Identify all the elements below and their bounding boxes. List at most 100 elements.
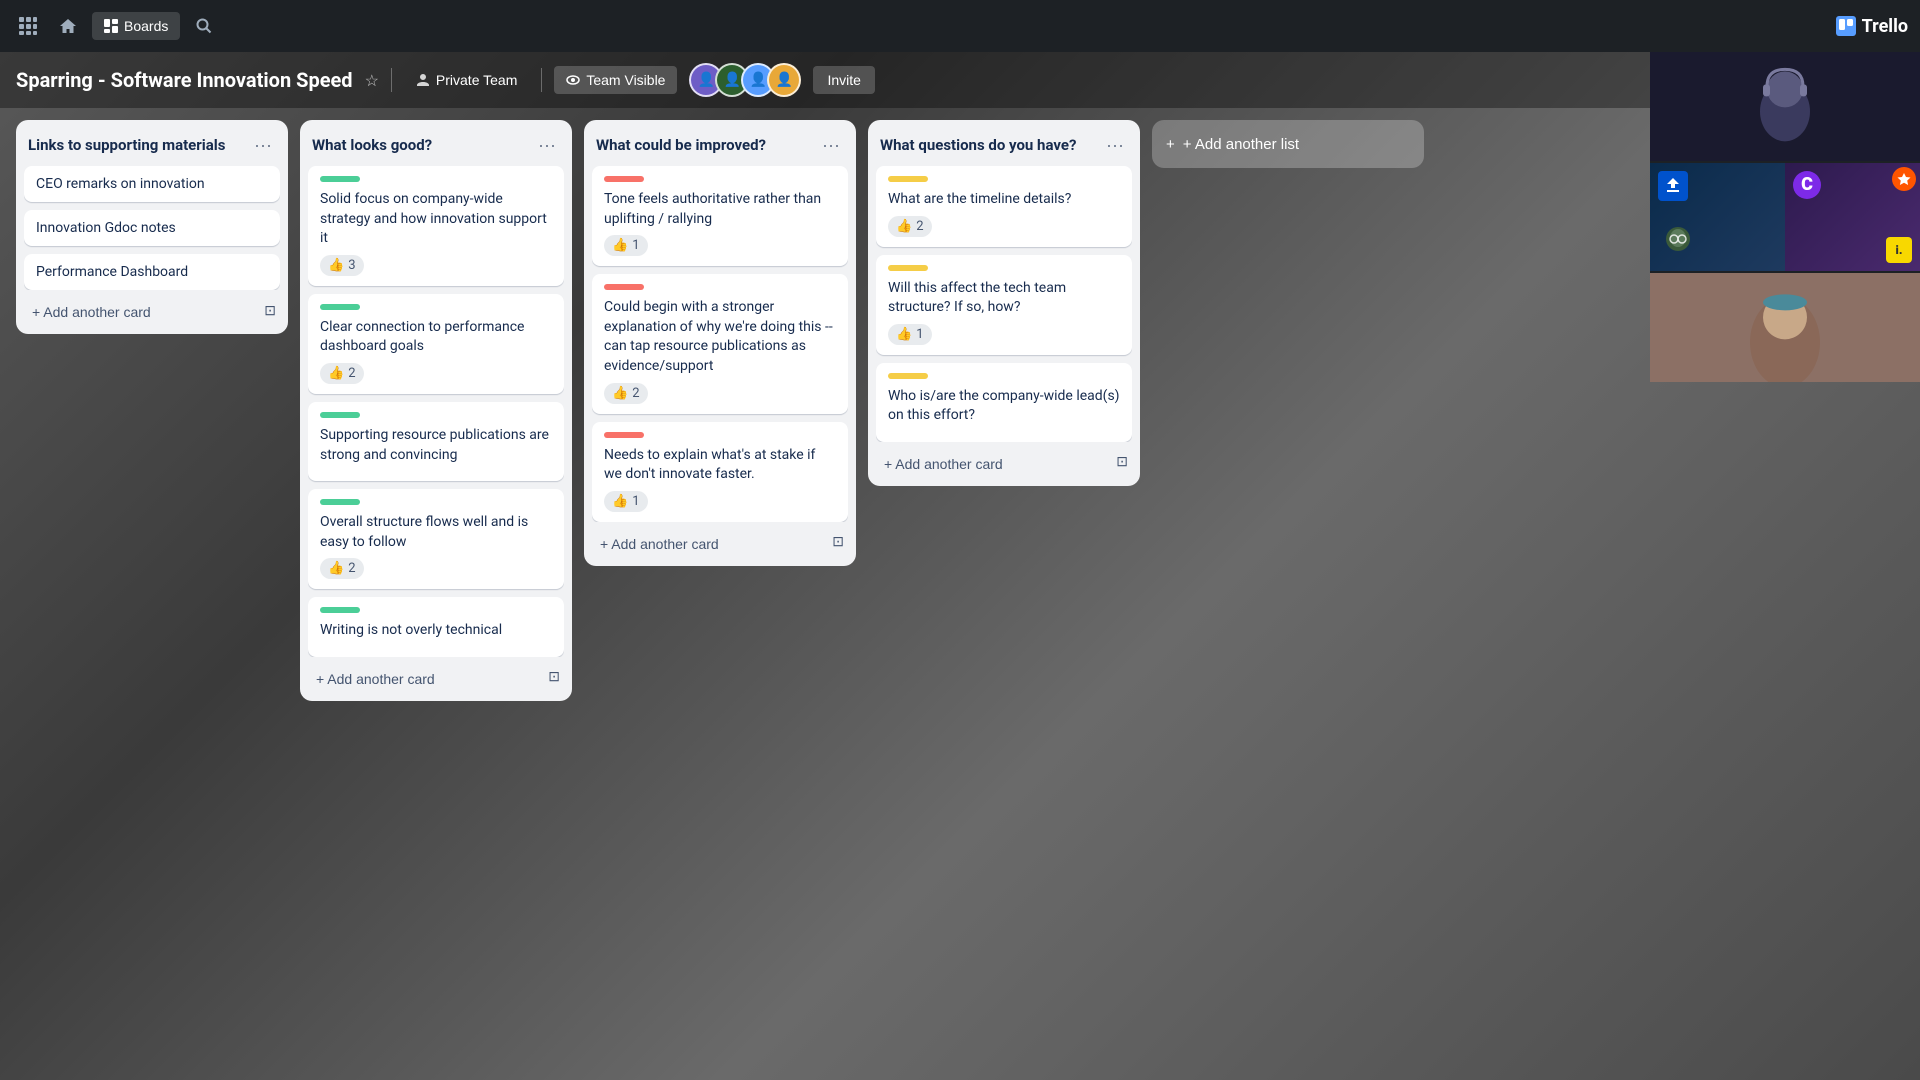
vote-count-timeline: 2 bbox=[916, 219, 923, 234]
card-leads[interactable]: Who is/are the company-wide lead(s) on t… bbox=[876, 363, 1132, 442]
video-panel: C i. bbox=[1650, 52, 1920, 382]
add-list-label: + Add another list bbox=[1183, 136, 1299, 153]
print-icon-improve[interactable]: ⊡ bbox=[828, 529, 848, 554]
add-card-looks-good[interactable]: + Add another card bbox=[308, 665, 544, 693]
list-looks-good: What looks good? ··· Solid focus on comp… bbox=[300, 120, 572, 701]
card-footer-timeline: 👍 2 bbox=[888, 216, 1120, 237]
vote-button2[interactable]: 👍 2 bbox=[320, 363, 364, 384]
card-tone[interactable]: Tone feels authoritative rather than upl… bbox=[592, 166, 848, 266]
private-team-label: Private Team bbox=[436, 72, 517, 88]
vote-button-timeline[interactable]: 👍 2 bbox=[888, 216, 932, 237]
card-label-red2 bbox=[604, 284, 644, 290]
add-card-improve[interactable]: + Add another card bbox=[592, 530, 828, 558]
card-label-yellow1 bbox=[888, 176, 928, 182]
list-header-improve: What could be improved? ··· bbox=[592, 128, 848, 166]
plus-icon: + bbox=[1166, 136, 1175, 153]
divider bbox=[391, 68, 392, 92]
card-footer-stake: 👍 1 bbox=[604, 491, 836, 512]
list-cards-improve: Tone feels authoritative rather than upl… bbox=[592, 166, 848, 522]
list-menu-looks-good[interactable]: ··· bbox=[534, 132, 560, 158]
card-label-red3 bbox=[604, 432, 644, 438]
add-card-footer-links: + Add another card ⊡ bbox=[24, 294, 280, 326]
card-label-green bbox=[320, 176, 360, 182]
list-cards-questions: What are the timeline details? 👍 2 Will … bbox=[876, 166, 1132, 442]
add-card-links[interactable]: + Add another card bbox=[24, 298, 260, 326]
team-visible-button[interactable]: Team Visible bbox=[554, 66, 677, 94]
list-menu-questions[interactable]: ··· bbox=[1102, 132, 1128, 158]
home-icon[interactable] bbox=[52, 10, 84, 42]
list-links: Links to supporting materials ··· CEO re… bbox=[16, 120, 288, 334]
thumbsup-icon2: 👍 bbox=[328, 366, 344, 381]
list-menu-links[interactable]: ··· bbox=[250, 132, 276, 158]
private-team-button[interactable]: Private Team bbox=[404, 66, 529, 94]
star-icon[interactable]: ☆ bbox=[365, 71, 379, 90]
vote-button-tone[interactable]: 👍 1 bbox=[604, 235, 648, 256]
card-structure[interactable]: Overall structure flows well and is easy… bbox=[308, 489, 564, 589]
vote-count2: 2 bbox=[348, 366, 355, 381]
search-icon[interactable] bbox=[188, 10, 220, 42]
boards-button[interactable]: Boards bbox=[92, 12, 180, 40]
thumbsup-icon-tone: 👍 bbox=[612, 238, 628, 253]
card-footer-tech-structure: 👍 1 bbox=[888, 324, 1120, 345]
thumbsup-icon-stake: 👍 bbox=[612, 494, 628, 509]
invite-button[interactable]: Invite bbox=[813, 66, 874, 94]
card-footer-explanation: 👍 2 bbox=[604, 383, 836, 404]
boards-label: Boards bbox=[124, 18, 168, 34]
member-avatars: 👤 👤 👤 👤 bbox=[689, 63, 801, 97]
add-card-footer-looks-good: + Add another card ⊡ bbox=[308, 661, 564, 693]
print-icon-looks-good[interactable]: ⊡ bbox=[544, 664, 564, 689]
list-menu-improve[interactable]: ··· bbox=[818, 132, 844, 158]
list-title-questions: What questions do you have? bbox=[880, 136, 1102, 154]
vote-count-tech-structure: 1 bbox=[916, 327, 923, 342]
card-performance-dashboard[interactable]: Performance Dashboard bbox=[24, 254, 280, 290]
card-label-red1 bbox=[604, 176, 644, 182]
vote-count-explanation: 2 bbox=[632, 386, 639, 401]
card-label-green2 bbox=[320, 304, 360, 310]
card-footer2: 👍 2 bbox=[320, 363, 552, 384]
card-ceo[interactable]: CEO remarks on innovation bbox=[24, 166, 280, 202]
vote-button4[interactable]: 👍 2 bbox=[320, 558, 364, 579]
video-tile-2: C i. bbox=[1650, 163, 1920, 272]
team-visible-label: Team Visible bbox=[586, 72, 665, 88]
list-improve: What could be improved? ··· Tone feels a… bbox=[584, 120, 856, 566]
list-title-looks-good: What looks good? bbox=[312, 136, 534, 154]
card-label-yellow2 bbox=[888, 265, 928, 271]
vote-count: 3 bbox=[348, 258, 355, 273]
card-label-green3 bbox=[320, 412, 360, 418]
card-gdoc[interactable]: Innovation Gdoc notes bbox=[24, 210, 280, 246]
vote-count-tone: 1 bbox=[632, 238, 639, 253]
grid-menu-icon[interactable] bbox=[12, 10, 44, 42]
card-timeline[interactable]: What are the timeline details? 👍 2 bbox=[876, 166, 1132, 247]
card-label-green4 bbox=[320, 499, 360, 505]
vote-button[interactable]: 👍 3 bbox=[320, 255, 364, 276]
list-header-questions: What questions do you have? ··· bbox=[876, 128, 1132, 166]
vote-count-stake: 1 bbox=[632, 494, 639, 509]
vote-button-explanation[interactable]: 👍 2 bbox=[604, 383, 648, 404]
add-list-button[interactable]: + + Add another list bbox=[1152, 120, 1424, 168]
card-tech-structure[interactable]: Will this affect the tech team structure… bbox=[876, 255, 1132, 355]
print-icon-links[interactable]: ⊡ bbox=[260, 298, 280, 323]
card-technical[interactable]: Writing is not overly technical bbox=[308, 597, 564, 657]
vote-button-stake[interactable]: 👍 1 bbox=[604, 491, 648, 512]
thumbsup-icon-tech-structure: 👍 bbox=[896, 327, 912, 342]
card-connection[interactable]: Clear connection to performance dashboar… bbox=[308, 294, 564, 394]
board-content: Links to supporting materials ··· CEO re… bbox=[0, 108, 1920, 1080]
board-title: Sparring - Software Innovation Speed bbox=[16, 68, 353, 92]
video-tile-3 bbox=[1650, 273, 1920, 382]
list-cards-looks-good: Solid focus on company-wide strategy and… bbox=[308, 166, 564, 657]
thumbsup-icon4: 👍 bbox=[328, 561, 344, 576]
vote-button-tech-structure[interactable]: 👍 1 bbox=[888, 324, 932, 345]
card-strategy[interactable]: Solid focus on company-wide strategy and… bbox=[308, 166, 564, 286]
trello-label: Trello bbox=[1862, 16, 1908, 37]
add-card-questions[interactable]: + Add another card bbox=[876, 450, 1112, 478]
list-header-looks-good: What looks good? ··· bbox=[308, 128, 564, 166]
video-tile-1 bbox=[1650, 52, 1920, 161]
card-explanation[interactable]: Could begin with a stronger explanation … bbox=[592, 274, 848, 413]
list-cards-links: CEO remarks on innovation Innovation Gdo… bbox=[24, 166, 280, 290]
print-icon-questions[interactable]: ⊡ bbox=[1112, 449, 1132, 474]
avatar-4[interactable]: 👤 bbox=[767, 63, 801, 97]
board-header: Sparring - Software Innovation Speed ☆ P… bbox=[0, 52, 1920, 108]
card-publications[interactable]: Supporting resource publications are str… bbox=[308, 402, 564, 481]
list-title-links: Links to supporting materials bbox=[28, 136, 250, 154]
card-stake[interactable]: Needs to explain what's at stake if we d… bbox=[592, 422, 848, 522]
